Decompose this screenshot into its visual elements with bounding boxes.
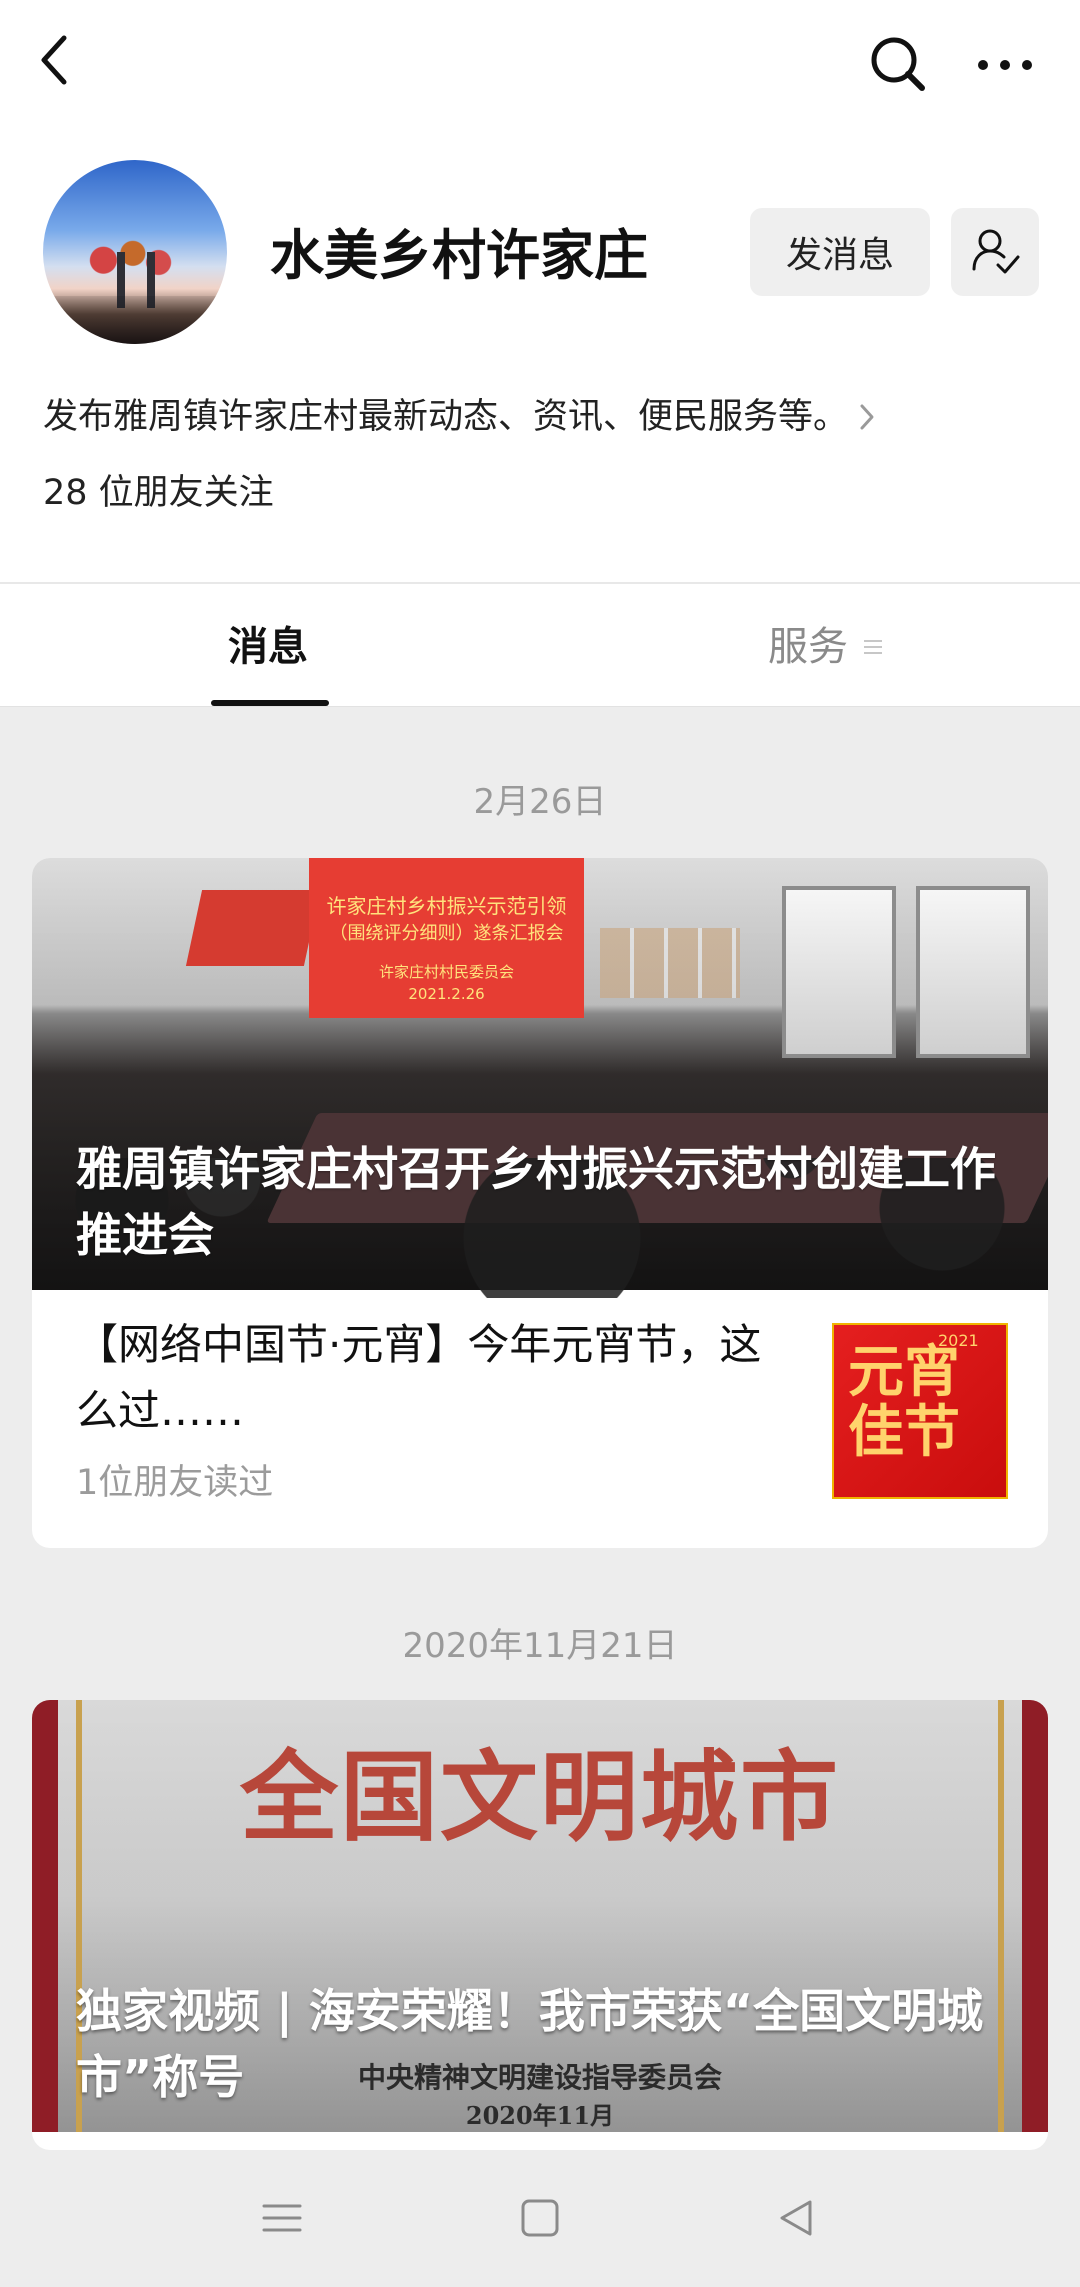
chevron-right-icon	[860, 404, 874, 430]
back-icon	[41, 35, 67, 85]
article-hero-title: 独家视频 | 海安荣耀！我市荣获“全国文明城市”称号	[76, 1984, 984, 2104]
back-nav-button[interactable]	[766, 2188, 826, 2248]
article-hero[interactable]: 全国文明城市 中央精神文明建设指导委员会 2020年11月 独家视频 | 海安荣…	[32, 1700, 1048, 2132]
search-button[interactable]	[862, 28, 934, 100]
home-button[interactable]	[510, 2188, 570, 2248]
screen-line-1: 许家庄村乡村振兴示范引领	[326, 894, 567, 918]
avatar-sculpture	[85, 226, 177, 302]
article-thumbnail[interactable]: 2021 元宵佳节	[832, 1323, 1008, 1499]
user-check-icon	[972, 229, 1020, 274]
tab-services-label: 服务	[768, 624, 848, 670]
message-card: 许家庄村乡村振兴示范引领 （围绕评分细则）遂条汇报会 许家庄村村民委员会 202…	[32, 858, 1048, 1548]
send-message-button[interactable]: 发消息	[750, 208, 930, 296]
message-date: 2月26日	[473, 782, 607, 822]
thumbnail-text: 元宵佳节	[848, 1340, 960, 1465]
more-icon	[978, 60, 1032, 70]
account-name: 水美乡村许家庄	[270, 224, 648, 287]
article-title[interactable]: 【网络中国节·元宵】今年元宵节，这么过……	[76, 1312, 796, 1444]
window	[916, 886, 1030, 1058]
plaque-title: 全国文明城市	[239, 1740, 840, 1855]
following-button[interactable]	[951, 208, 1039, 296]
screen-line-4: 2021.2.26	[408, 985, 485, 1003]
menu-icon	[864, 640, 882, 654]
description-text: 发布雅周镇许家庄村最新动态、资讯、便民服务等。	[43, 397, 849, 437]
avatar-ground	[43, 296, 227, 344]
window	[782, 886, 896, 1058]
wall-posters	[600, 928, 740, 998]
account-description[interactable]: 发布雅周镇许家庄村最新动态、资讯、便民服务等。	[43, 392, 880, 442]
screen-line-3: 许家庄村村民委员会	[378, 963, 514, 981]
article-hero[interactable]: 许家庄村乡村振兴示范引领 （围绕评分细则）遂条汇报会 许家庄村村民委员会 202…	[32, 858, 1048, 1298]
tab-services[interactable]: 服务	[768, 612, 882, 682]
meeting-screen: 许家庄村乡村振兴示范引领 （围绕评分细则）遂条汇报会 许家庄村村民委员会 202…	[309, 858, 584, 1018]
followers-count: 28 位朋友关注	[43, 473, 274, 513]
system-navigation-bar	[0, 2158, 1080, 2287]
menu-icon	[262, 2204, 302, 2232]
screen-line-2: （围绕评分细则）遂条汇报会	[329, 923, 564, 944]
message-date: 2020年11月21日	[402, 1626, 678, 1666]
home-square-icon	[521, 2199, 559, 2237]
avatar[interactable]	[43, 160, 227, 344]
search-icon	[871, 37, 925, 91]
party-flag-decor	[185, 890, 321, 966]
back-button[interactable]	[24, 30, 84, 90]
tab-messages[interactable]: 消息	[228, 612, 308, 682]
recent-apps-button[interactable]	[252, 2188, 312, 2248]
more-button[interactable]	[970, 30, 1040, 100]
read-by-friends: 1位朋友读过	[76, 1463, 274, 1503]
message-card: 全国文明城市 中央精神文明建设指导委员会 2020年11月 独家视频 | 海安荣…	[32, 1700, 1048, 2150]
article-hero-title: 雅周镇许家庄村召开乡村振兴示范村创建工作推进会	[76, 1142, 996, 1262]
tab-active-indicator	[211, 700, 329, 706]
tab-bar	[0, 584, 1080, 707]
back-triangle-icon	[780, 2200, 812, 2236]
